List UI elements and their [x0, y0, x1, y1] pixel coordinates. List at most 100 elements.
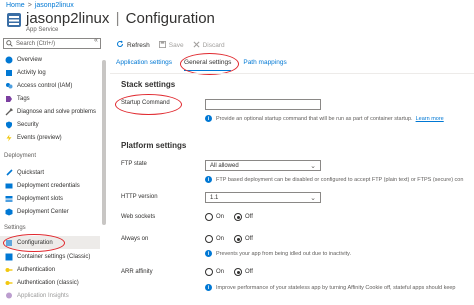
- chevron-down-icon: ⌄: [310, 163, 316, 170]
- always-on-off-radio[interactable]: [234, 235, 243, 243]
- sidebar-scrollbar[interactable]: [102, 60, 106, 225]
- startup-command-info: i Provide an optional startup command th…: [205, 115, 444, 122]
- sidebar-item-access-control[interactable]: Access control (IAM): [0, 79, 100, 92]
- key-icon: [4, 278, 13, 287]
- ftp-state-value: All allowed: [210, 162, 239, 169]
- info-icon: i: [205, 176, 212, 183]
- sidebar-item-authentication-classic[interactable]: Authentication (classic): [0, 276, 100, 289]
- web-sockets-on-radio[interactable]: [205, 213, 213, 221]
- insights-icon: [4, 291, 13, 300]
- http-version-dropdown[interactable]: 1.1 ⌄: [205, 192, 321, 203]
- always-on-on-radio[interactable]: [205, 235, 213, 243]
- settings-section-header: Settings: [4, 225, 26, 231]
- command-bar: Refresh Save Discard: [116, 39, 234, 51]
- sidebar-item-container-settings[interactable]: Container settings (Classic): [0, 250, 100, 263]
- chevron-down-icon: ⌄: [310, 195, 316, 202]
- tag-icon: [4, 94, 13, 103]
- search-icon: [6, 40, 13, 47]
- people-icon: [4, 81, 13, 90]
- sidebar-item-events[interactable]: Events (preview): [0, 131, 100, 144]
- breadcrumb-separator: >: [27, 2, 32, 9]
- globe-icon: [4, 55, 13, 64]
- close-icon: [193, 41, 200, 50]
- refresh-button[interactable]: Refresh: [116, 40, 150, 50]
- activity-log-icon: [4, 68, 13, 77]
- sidebar-item-label: Container settings (Classic): [17, 253, 91, 260]
- arr-affinity-off-radio[interactable]: [234, 268, 243, 276]
- always-on-info-text: Prevents your app from being idled out d…: [216, 250, 352, 257]
- resource-type: App Service: [26, 27, 59, 33]
- sidebar-item-label: Deployment slots: [17, 195, 64, 202]
- breadcrumb: Home > jasonp2linux: [6, 2, 74, 9]
- http-version-label: HTTP version: [121, 194, 158, 200]
- breadcrumb-home-link[interactable]: Home: [6, 2, 25, 9]
- lightning-icon: [4, 133, 13, 142]
- ftp-state-info: i FTP based deployment can be disabled o…: [205, 176, 463, 183]
- sidebar-item-label: Authentication: [17, 266, 56, 273]
- info-icon: i: [205, 115, 212, 122]
- always-on-label: Always on: [121, 236, 149, 242]
- platform-settings-heading: Platform settings: [121, 141, 187, 150]
- radio-on-label: On: [216, 269, 225, 275]
- radio-off-label: Off: [245, 269, 253, 275]
- sidebar-item-label: Events (preview): [17, 134, 62, 141]
- save-button[interactable]: Save: [158, 40, 184, 50]
- arr-affinity-on-radio[interactable]: [205, 268, 213, 276]
- save-icon: [158, 40, 166, 50]
- sidebar-item-security[interactable]: Security: [0, 118, 100, 131]
- deployment-section-header: Deployment: [4, 153, 37, 159]
- wrench-icon: [4, 107, 13, 116]
- sidebar-item-label: Tags: [17, 95, 30, 102]
- stack-settings-heading: Stack settings: [121, 80, 176, 89]
- annotation-circle-general-settings: [180, 53, 239, 75]
- radio-on-label: On: [216, 214, 225, 220]
- startup-info-text: Provide an optional startup command that…: [216, 115, 413, 122]
- page-title: jasonp2linux | Configuration: [26, 10, 215, 27]
- discard-label: Discard: [202, 41, 225, 49]
- sidebar-item-authentication[interactable]: Authentication: [0, 263, 100, 276]
- sidebar-item-diagnose[interactable]: Diagnose and solve problems: [0, 105, 100, 118]
- info-icon: i: [205, 284, 212, 291]
- shield-icon: [4, 120, 13, 129]
- discard-button[interactable]: Discard: [193, 41, 225, 50]
- web-sockets-off-radio[interactable]: [234, 213, 243, 221]
- sidebar-item-label: Deployment Center: [17, 208, 69, 215]
- sidebar: Search (Ctrl+/) « Overview Activity log …: [0, 36, 110, 305]
- tab-path-mappings[interactable]: Path mappings: [243, 57, 286, 71]
- sidebar-item-application-insights[interactable]: Application Insights: [0, 289, 100, 302]
- sidebar-item-label: Application Insights: [17, 292, 69, 299]
- container-icon: [4, 252, 13, 261]
- search-placeholder: Search (Ctrl+/): [16, 40, 56, 47]
- sidebar-item-label: Authentication (classic): [17, 279, 79, 286]
- startup-command-input[interactable]: [205, 99, 321, 110]
- save-label: Save: [168, 41, 184, 49]
- title-divider: |: [115, 10, 120, 27]
- web-sockets-label: Web sockets: [121, 214, 156, 220]
- ftp-state-label: FTP state: [121, 161, 147, 167]
- sidebar-item-deployment-credentials[interactable]: Deployment credentials: [0, 179, 100, 192]
- web-sockets-radio-group: On Off: [205, 213, 253, 221]
- slots-icon: [4, 194, 13, 203]
- sidebar-item-tags[interactable]: Tags: [0, 92, 100, 105]
- collapse-sidebar-button[interactable]: «: [94, 37, 98, 44]
- sidebar-item-overview[interactable]: Overview: [0, 53, 100, 66]
- arr-affinity-info: i Improve performance of your stateless …: [205, 284, 456, 291]
- arr-affinity-info-text: Improve performance of your stateless ap…: [216, 284, 456, 291]
- sidebar-item-activity-log[interactable]: Activity log: [0, 66, 100, 79]
- tab-divider: [110, 73, 474, 74]
- credentials-icon: [4, 181, 13, 190]
- ftp-state-dropdown[interactable]: All allowed ⌄: [205, 160, 321, 171]
- sidebar-item-label: Deployment credentials: [17, 182, 80, 189]
- tab-application-settings[interactable]: Application settings: [116, 57, 172, 71]
- sidebar-item-deployment-center[interactable]: Deployment Center: [0, 205, 100, 218]
- resource-name: jasonp2linux: [26, 10, 110, 27]
- breadcrumb-resource-link[interactable]: jasonp2linux: [35, 2, 74, 9]
- learn-more-link[interactable]: Learn more: [416, 116, 444, 122]
- sidebar-item-quickstart[interactable]: Quickstart: [0, 166, 100, 179]
- ftp-info-text: FTP based deployment can be disabled or …: [216, 176, 464, 183]
- app-service-icon: [7, 13, 21, 27]
- sidebar-item-label: Activity log: [17, 69, 46, 76]
- sidebar-item-deployment-slots[interactable]: Deployment slots: [0, 192, 100, 205]
- radio-on-label: On: [216, 236, 225, 242]
- search-input[interactable]: Search (Ctrl+/): [3, 38, 101, 49]
